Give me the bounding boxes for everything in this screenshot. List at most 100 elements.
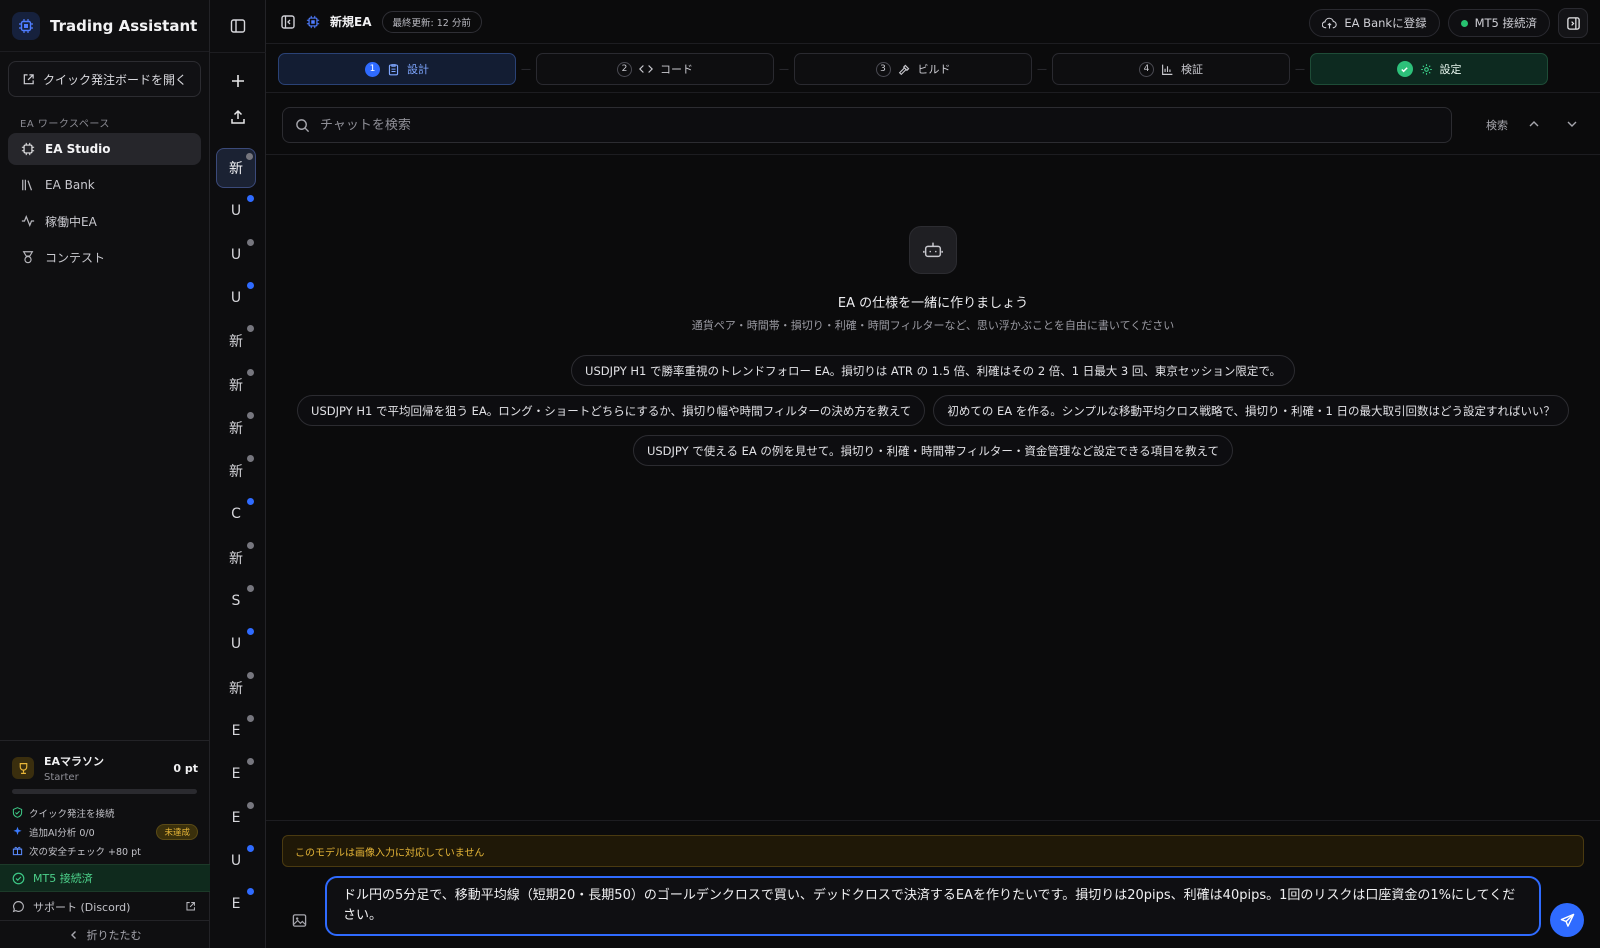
chat-item-label: C bbox=[231, 506, 241, 523]
topbar: 新規EA 最終更新: 12 分前 EA Bankに登録 MT5 接続済 bbox=[266, 0, 1600, 44]
suggestion-chip[interactable]: USDJPY H1 で平均回帰を狙う EA。ロング・ショートどちらにするか、損切… bbox=[297, 395, 926, 426]
step-build[interactable]: 3 ビルド bbox=[794, 53, 1032, 85]
chevron-down-icon[interactable] bbox=[1563, 115, 1581, 133]
chat-item[interactable]: U bbox=[216, 624, 256, 664]
mt5-connection-pill[interactable]: MT5 接続済 bbox=[1447, 9, 1550, 37]
step-settings[interactable]: 設定 bbox=[1310, 53, 1548, 85]
quick-order-button[interactable]: クイック発注ボードを開く bbox=[8, 61, 201, 97]
mt5-status[interactable]: MT5 接続済 bbox=[0, 864, 210, 892]
step-label: 検証 bbox=[1181, 63, 1203, 76]
sidebar-item-running-ea[interactable]: 稼働中EA bbox=[8, 205, 201, 237]
step-separator: — bbox=[779, 63, 789, 75]
chat-item[interactable]: U bbox=[216, 235, 256, 275]
suggestion-chip[interactable]: USDJPY H1 で勝率重視のトレンドフォロー EA。損切りは ATR の 1… bbox=[571, 355, 1295, 386]
unread-dot bbox=[247, 368, 254, 376]
message-input[interactable] bbox=[343, 886, 1523, 926]
chat-item-label: 新 bbox=[229, 464, 243, 481]
external-link-icon bbox=[185, 901, 196, 912]
chat-item-label: 新 bbox=[229, 334, 243, 351]
sidebar-item-label: EA Bank bbox=[45, 178, 95, 192]
chat-item[interactable]: 新 bbox=[216, 365, 256, 405]
chat-item-label: E bbox=[231, 766, 241, 783]
marathon-card[interactable]: EAマラソン Starter 0 pt bbox=[0, 741, 210, 795]
chat-item[interactable]: E bbox=[216, 798, 256, 838]
brand[interactable]: Trading Assistant bbox=[0, 0, 209, 52]
unread-dot bbox=[246, 153, 253, 160]
unread-dot bbox=[247, 455, 254, 463]
attach-image-button[interactable] bbox=[288, 909, 310, 931]
task-label: クイック発注を接続 bbox=[29, 808, 115, 820]
chat-item[interactable]: E bbox=[216, 754, 256, 794]
code-icon bbox=[639, 63, 653, 75]
panel-left-icon[interactable] bbox=[280, 14, 296, 30]
chat-item[interactable]: E bbox=[216, 711, 256, 751]
unread-dot bbox=[247, 238, 254, 246]
chat-item[interactable]: U bbox=[216, 278, 256, 318]
empty-title: EA の仕様を一緒に作りましょう bbox=[837, 296, 1029, 311]
task-quick-order[interactable]: クイック発注を接続 bbox=[0, 803, 210, 822]
chat-item[interactable]: 新 bbox=[216, 538, 256, 578]
gift-icon bbox=[12, 845, 23, 856]
chevron-up-icon[interactable] bbox=[1525, 115, 1543, 133]
gear-icon bbox=[1420, 63, 1433, 76]
chat-item[interactable]: 新 bbox=[216, 451, 256, 491]
sidebar: Trading Assistant クイック発注ボードを開く EA ワークスペー… bbox=[0, 0, 210, 948]
toggle-sidebar-button[interactable] bbox=[224, 12, 252, 40]
composer: このモデルは画像入力に対応していません bbox=[266, 820, 1600, 948]
chat-item-label: U bbox=[230, 636, 242, 653]
chat-item[interactable]: U bbox=[216, 191, 256, 231]
unread-dot bbox=[247, 585, 254, 592]
chat-item[interactable]: U bbox=[216, 841, 256, 881]
chat-item[interactable]: 新 bbox=[216, 148, 256, 188]
sidebar-item-label: 稼働中EA bbox=[45, 214, 97, 229]
upload-button[interactable] bbox=[224, 103, 252, 131]
image-icon bbox=[292, 913, 307, 928]
bar-chart-icon bbox=[1161, 63, 1174, 76]
search-box bbox=[282, 107, 1452, 143]
chat-item-label: U bbox=[230, 246, 242, 263]
chat-item[interactable]: E bbox=[216, 884, 256, 924]
marathon-tier: Starter bbox=[44, 772, 79, 783]
new-chat-button[interactable] bbox=[224, 67, 252, 95]
chat-item[interactable]: 新 bbox=[216, 668, 256, 708]
chat-search-bar: 検索 bbox=[266, 92, 1600, 155]
unread-dot bbox=[247, 325, 254, 333]
ea-name: 新規EA bbox=[330, 15, 372, 29]
sidebar-item-ea-bank[interactable]: EA Bank bbox=[8, 169, 201, 201]
chat-item[interactable]: 新 bbox=[216, 408, 256, 448]
step-number: 3 bbox=[875, 61, 891, 77]
task-ai-analysis[interactable]: 追加AI分析 0/0 未達成 bbox=[0, 822, 210, 841]
trophy-icon bbox=[12, 757, 34, 779]
suggestion-chip[interactable]: USDJPY で使える EA の例を見せて。損切り・利確・時間帯フィルター・資金… bbox=[632, 435, 1234, 466]
step-design[interactable]: 1 設計 bbox=[278, 53, 516, 85]
step-label: 設計 bbox=[407, 63, 429, 76]
image-warning: このモデルは画像入力に対応していません bbox=[282, 835, 1584, 867]
task-safety-check[interactable]: 次の安全チェック +80 pt bbox=[0, 841, 210, 860]
cloud-upload-icon bbox=[1322, 17, 1338, 30]
support-link[interactable]: サポート (Discord) bbox=[0, 893, 210, 921]
search-button[interactable]: 検索 bbox=[1486, 117, 1508, 133]
step-verify[interactable]: 4 検証 bbox=[1052, 53, 1290, 85]
step-separator: — bbox=[1295, 63, 1305, 75]
suggestion-chip[interactable]: 初めての EA を作る。シンプルな移動平均クロス戦略で、損切り・利確・1 日の最… bbox=[933, 395, 1569, 426]
divider bbox=[210, 52, 266, 53]
unread-dot bbox=[247, 801, 254, 809]
marathon-panel: EAマラソン Starter 0 pt クイック発注を接続 追加AI分析 0/0… bbox=[0, 740, 210, 860]
sidebar-item-contest[interactable]: コンテスト bbox=[8, 241, 201, 273]
sidebar-item-ea-studio[interactable]: EA Studio bbox=[8, 133, 201, 165]
search-icon bbox=[295, 118, 310, 133]
clipboard-icon bbox=[387, 63, 400, 76]
step-label: コード bbox=[660, 63, 693, 76]
chat-item[interactable]: C bbox=[216, 494, 256, 534]
step-code[interactable]: 2 コード bbox=[536, 53, 774, 85]
chat-item[interactable]: 新 bbox=[216, 321, 256, 361]
send-button[interactable] bbox=[1550, 903, 1584, 937]
register-ea-bank-button[interactable]: EA Bankに登録 bbox=[1309, 9, 1440, 37]
chat-item-label: S bbox=[231, 593, 241, 609]
toggle-right-panel-button[interactable] bbox=[1558, 8, 1588, 38]
search-input[interactable] bbox=[320, 117, 1420, 133]
chat-item[interactable]: S bbox=[216, 581, 256, 621]
external-link-icon bbox=[22, 73, 35, 86]
collapse-sidebar-button[interactable]: 折りたたむ bbox=[0, 922, 210, 948]
step-label: ビルド bbox=[917, 63, 951, 76]
